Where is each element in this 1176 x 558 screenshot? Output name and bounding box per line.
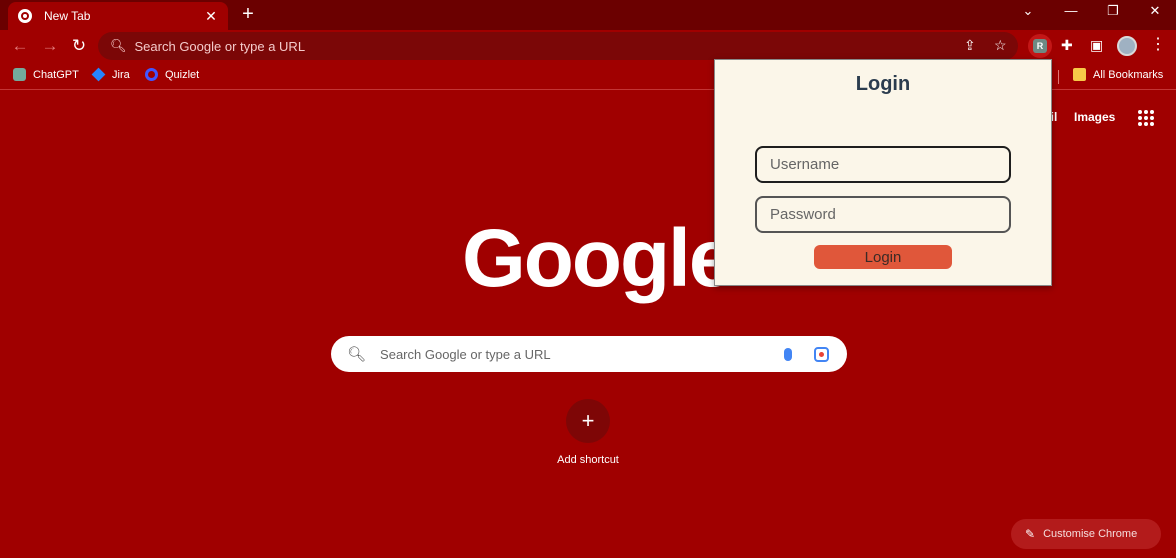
tab-strip: New Tab ✕ + ⌄ — ❐ ✕ <box>0 0 1176 30</box>
bookmark-label: Jira <box>112 68 130 81</box>
chatgpt-icon <box>13 68 26 81</box>
tab-close-icon[interactable]: ✕ <box>204 8 218 25</box>
extension-badge: R <box>1033 39 1047 53</box>
new-tab-button[interactable]: + <box>238 4 258 24</box>
reload-button[interactable]: ↻ <box>69 36 89 56</box>
add-shortcut-button[interactable]: + <box>566 399 610 443</box>
images-link[interactable]: Images <box>1074 110 1115 124</box>
bookmarks-divider <box>1058 70 1059 84</box>
chrome-icon <box>18 9 32 23</box>
password-field[interactable] <box>755 196 1011 233</box>
search-placeholder: Search Google or type a URL <box>380 346 551 362</box>
quizlet-icon <box>145 68 158 81</box>
extensions-puzzle-icon[interactable]: ✚ <box>1061 37 1073 54</box>
folder-icon <box>1073 68 1086 81</box>
jira-icon <box>91 67 106 82</box>
login-popup: Login Login <box>714 59 1052 286</box>
forward-button[interactable]: → <box>40 36 60 56</box>
login-button[interactable]: Login <box>814 245 952 269</box>
search-icon: 🔍︎ <box>110 38 127 53</box>
profile-avatar[interactable] <box>1117 36 1137 56</box>
pencil-icon: ✎ <box>1025 527 1036 541</box>
window-close-button[interactable]: ✕ <box>1145 3 1165 19</box>
google-apps-icon[interactable] <box>1138 110 1154 126</box>
share-icon[interactable]: ⇪ <box>964 37 976 54</box>
extension-login-button[interactable]: R <box>1028 34 1052 58</box>
search-icon: 🔍︎ <box>347 346 367 363</box>
plus-icon: + <box>581 408 595 433</box>
bookmark-label: ChatGPT <box>33 68 79 81</box>
customise-label: Customise Chrome <box>1043 528 1138 540</box>
bookmark-star-icon[interactable]: ☆ <box>994 37 1007 54</box>
minimize-button[interactable]: — <box>1061 3 1081 18</box>
all-bookmarks-label: All Bookmarks <box>1093 68 1164 81</box>
bookmark-jira[interactable]: Jira <box>91 67 130 82</box>
ntp-search-box[interactable]: 🔍︎ Search Google or type a URL <box>331 336 847 372</box>
bookmark-quizlet[interactable]: Quizlet <box>145 68 199 81</box>
bookmark-label: Quizlet <box>165 68 200 81</box>
address-bar-placeholder: Search Google or type a URL <box>134 38 306 54</box>
toolbar: ← → ↻ 🔍︎ Search Google or type a URL ⇪ ☆… <box>0 30 1176 62</box>
username-field[interactable] <box>755 146 1011 183</box>
back-button[interactable]: ← <box>10 36 30 56</box>
customise-chrome-button[interactable]: ✎ Customise Chrome <box>1011 519 1161 549</box>
tab-new-tab[interactable]: New Tab ✕ <box>8 2 228 30</box>
restore-button[interactable]: ❐ <box>1103 3 1123 19</box>
all-bookmarks-folder[interactable]: All Bookmarks <box>1073 68 1163 81</box>
add-shortcut-label: Add shortcut <box>557 454 619 466</box>
chrome-menu-icon[interactable]: ⋮ <box>1150 34 1166 56</box>
voice-search-icon[interactable] <box>784 347 792 361</box>
address-bar[interactable]: 🔍︎ Search Google or type a URL <box>98 32 1018 60</box>
popup-title: Login <box>855 73 911 95</box>
google-logo: Google <box>462 213 734 304</box>
tab-title: New Tab <box>44 9 91 23</box>
google-lens-icon[interactable] <box>814 346 829 362</box>
tab-search-chevron-icon[interactable]: ⌄ <box>1018 3 1038 19</box>
bookmark-chatgpt[interactable]: ChatGPT <box>13 68 79 81</box>
side-panel-icon[interactable]: ▣ <box>1090 37 1103 54</box>
